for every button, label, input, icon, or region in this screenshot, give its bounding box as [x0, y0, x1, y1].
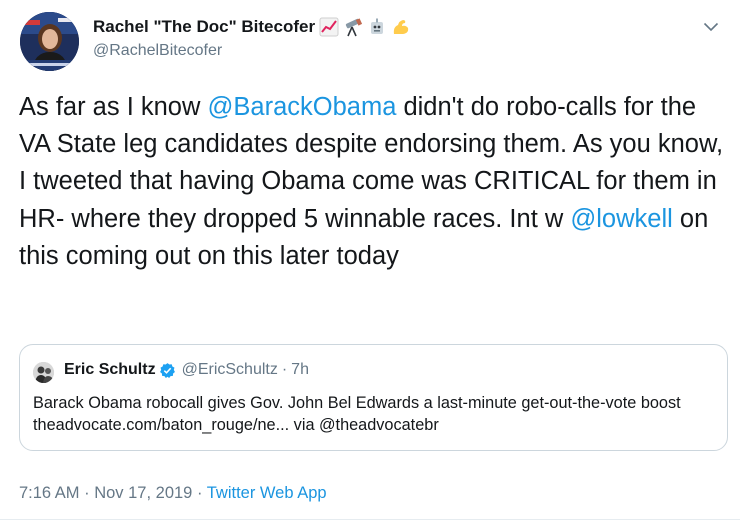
quoted-tweet-text: Barack Obama robocall gives Gov. John Be…: [33, 394, 681, 434]
tweet-timestamp[interactable]: 7:16 AM · Nov 17, 2019 ·: [19, 484, 207, 502]
mention-link[interactable]: @lowkell: [570, 205, 672, 233]
divider: [0, 519, 740, 520]
quoted-tweet-header: Eric Schultz @EricSchultz · 7h: [64, 361, 309, 379]
separator-dot: ·: [281, 361, 288, 378]
author-name-row[interactable]: Rachel "The Doc" Bitecofer: [93, 17, 411, 37]
tweet-text: As far as I know @BarackObama didn't do …: [19, 89, 731, 275]
mention-link[interactable]: @BarackObama: [208, 93, 397, 121]
telescope-icon: [343, 17, 363, 37]
author-avatar[interactable]: [20, 12, 79, 71]
tweet-footer: 7:16 AM · Nov 17, 2019 · Twitter Web App: [19, 484, 327, 503]
chart-increasing-icon: [319, 17, 339, 37]
flexed-biceps-icon: [391, 17, 411, 37]
robot-icon: [367, 17, 387, 37]
author-handle[interactable]: @RachelBitecofer: [93, 42, 222, 60]
quoted-author-handle: @EricSchultz: [181, 361, 278, 378]
quoted-author-avatar: [33, 362, 54, 383]
quoted-tweet-time: 7h: [291, 361, 309, 378]
quoted-tweet-card[interactable]: Eric Schultz @EricSchultz · 7h Barack Ob…: [19, 344, 728, 451]
tweet-source-link[interactable]: Twitter Web App: [207, 484, 327, 502]
chevron-down-icon[interactable]: [700, 16, 722, 38]
quoted-author-name: Eric Schultz: [64, 361, 156, 378]
author-name[interactable]: Rachel "The Doc" Bitecofer: [93, 17, 315, 37]
verified-badge-icon: [159, 362, 176, 379]
tweet-text-segment: As far as I know: [19, 93, 208, 121]
